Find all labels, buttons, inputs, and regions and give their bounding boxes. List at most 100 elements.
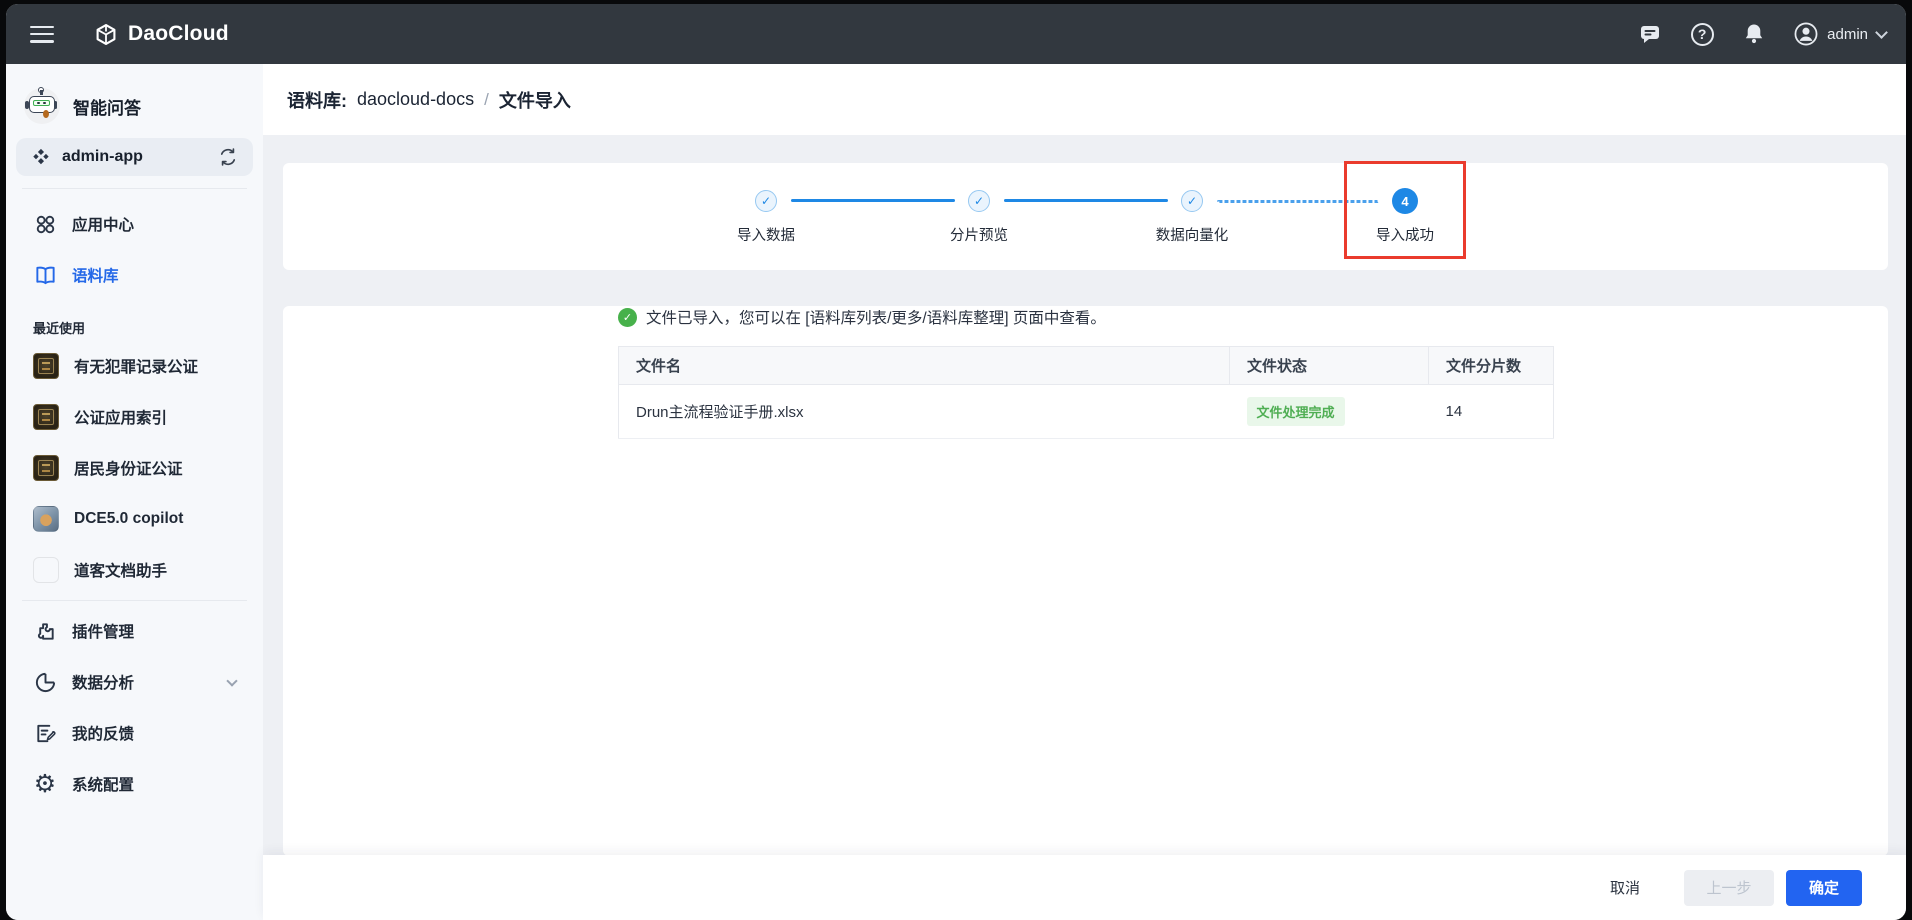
sidebar-item-label: DCE5.0 copilot xyxy=(74,510,184,527)
main-panel: 语料库: daocloud-docs / 文件导入 ✓ 导入数据 ✓ 分片预览 … xyxy=(263,64,1906,920)
sidebar-item-label: 数据分析 xyxy=(72,675,135,692)
step-check-icon xyxy=(1181,190,1203,212)
step-vectorize: 数据向量化 xyxy=(1086,187,1299,245)
table-header-row: 文件名 文件状态 文件分片数 xyxy=(618,346,1554,385)
footer-actions: 取消 上一步 确定 xyxy=(263,855,1906,920)
step-label: 分片预览 xyxy=(950,228,1008,244)
sidebar-item-label: 道客文档助手 xyxy=(74,563,168,580)
sidebar-item-recent-0[interactable]: 有无犯罪记录公证 xyxy=(16,343,253,389)
step-label: 导入数据 xyxy=(737,228,795,244)
sidebar-item-corpus[interactable]: 语料库 xyxy=(16,252,253,298)
cell-file-status: 文件处理完成 xyxy=(1229,384,1429,439)
sidebar-item-plugins[interactable]: 插件管理 xyxy=(16,608,253,654)
col-file-status: 文件状态 xyxy=(1229,346,1429,385)
seal-app-icon xyxy=(33,353,59,379)
dce-copilot-app-icon xyxy=(33,506,59,532)
sidebar-item-recent-3[interactable]: DCE5.0 copilot xyxy=(16,496,253,542)
screenshot-stage: DaoCloud ? admin 智能问答 admin-app 应用中心 语料库… xyxy=(0,0,1912,920)
breadcrumb-library-link[interactable]: daocloud-docs xyxy=(357,89,474,110)
app-grid-icon xyxy=(33,212,57,236)
step-number-badge: 4 xyxy=(1392,188,1418,214)
step-chunk-preview: 分片预览 xyxy=(873,187,1086,245)
sidebar-item-label: 公证应用索引 xyxy=(74,410,168,427)
table-row: Drun主流程验证手册.xlsx 文件处理完成 14 xyxy=(618,384,1554,439)
breadcrumb-prefix: 语料库: xyxy=(287,90,347,111)
sidebar-item-label: 系统配置 xyxy=(72,777,135,794)
brand-name: DaoCloud xyxy=(128,22,229,45)
app-window: DaoCloud ? admin 智能问答 admin-app 应用中心 语料库… xyxy=(6,4,1906,920)
step-check-icon xyxy=(968,190,990,212)
sidebar-item-recent-1[interactable]: 公证应用索引 xyxy=(16,394,253,440)
doc-assistant-app-icon xyxy=(33,557,59,583)
result-card: 文件已导入，您可以在 [语料库列表/更多/语料库整理] 页面中查看。 文件名 文… xyxy=(283,306,1888,855)
breadcrumb-separator: / xyxy=(484,89,489,109)
cell-chunk-count: 14 xyxy=(1428,384,1554,439)
puzzle-icon xyxy=(33,619,57,643)
breadcrumb: 语料库: daocloud-docs / 文件导入 xyxy=(263,64,1906,135)
sidebar-item-label: 有无犯罪记录公证 xyxy=(74,359,199,376)
daocloud-cube-icon xyxy=(94,22,118,46)
col-chunk-count: 文件分片数 xyxy=(1428,346,1554,385)
current-app-name: admin-app xyxy=(62,148,143,165)
divider xyxy=(22,600,247,601)
sidebar-item-label: 语料库 xyxy=(72,268,119,285)
sidebar: 智能问答 admin-app 应用中心 语料库 最近使用 有无犯罪记录公证 公证… xyxy=(6,64,263,920)
step-label: 导入成功 xyxy=(1376,228,1434,244)
sidebar-item-label: 我的反馈 xyxy=(72,726,135,743)
ai-app-title: 智能问答 xyxy=(73,98,141,118)
stepper-card: 导入数据 分片预览 数据向量化 xyxy=(283,161,1888,270)
feedback-icon xyxy=(33,721,57,745)
chevron-down-icon xyxy=(1875,25,1888,39)
step-label: 数据向量化 xyxy=(1155,228,1229,244)
gear-icon xyxy=(33,772,57,796)
sidebar-item-label: 居民身份证公证 xyxy=(74,461,183,478)
sidebar-item-label: 插件管理 xyxy=(72,624,135,641)
sidebar-item-recent-4[interactable]: 道客文档助手 xyxy=(16,547,253,593)
col-file-name: 文件名 xyxy=(618,346,1230,385)
brand-logo[interactable]: DaoCloud xyxy=(94,22,229,46)
content-area: 导入数据 分片预览 数据向量化 xyxy=(263,135,1906,855)
topbar-actions: admin xyxy=(1638,22,1888,46)
switch-app-icon[interactable] xyxy=(218,147,238,167)
pie-chart-icon xyxy=(33,670,57,694)
sidebar-item-settings[interactable]: 系统配置 xyxy=(16,761,253,807)
file-table: 文件名 文件状态 文件分片数 Drun主流程验证手册.xlsx 文件处理完成 1… xyxy=(618,346,1554,439)
topbar: DaoCloud ? admin xyxy=(6,4,1906,64)
username-label: admin xyxy=(1827,25,1868,43)
confirm-button[interactable]: 确定 xyxy=(1786,869,1862,906)
app-switcher[interactable]: admin-app xyxy=(16,138,253,176)
divider xyxy=(22,188,247,189)
bell-icon[interactable] xyxy=(1742,22,1766,46)
status-badge: 文件处理完成 xyxy=(1246,397,1345,426)
cancel-button[interactable]: 取消 xyxy=(1600,870,1650,906)
help-icon[interactable] xyxy=(1690,22,1714,46)
success-check-icon xyxy=(618,307,637,327)
breadcrumb-current: 文件导入 xyxy=(498,90,571,111)
user-menu[interactable]: admin xyxy=(1794,22,1888,46)
step-connector xyxy=(790,199,955,202)
step-import-data: 导入数据 xyxy=(660,187,873,245)
sidebar-item-feedback[interactable]: 我的反馈 xyxy=(16,710,253,756)
menu-toggle-icon[interactable] xyxy=(30,25,54,43)
sidebar-item-ai-qa[interactable]: 智能问答 xyxy=(24,84,245,128)
previous-step-button[interactable]: 上一步 xyxy=(1684,869,1774,906)
seal-app-icon xyxy=(33,404,59,430)
cell-file-name: Drun主流程验证手册.xlsx xyxy=(618,384,1230,439)
step-check-icon xyxy=(755,190,777,212)
robot-icon xyxy=(24,87,60,124)
step-connector xyxy=(1003,199,1168,202)
sidebar-item-label: 应用中心 xyxy=(72,217,135,234)
success-message-text: 文件已导入，您可以在 [语料库列表/更多/语料库整理] 页面中查看。 xyxy=(646,310,1106,327)
seal-app-icon xyxy=(33,455,59,481)
book-icon xyxy=(33,263,57,287)
step-connector-dotted xyxy=(1216,200,1379,203)
sidebar-item-app-center[interactable]: 应用中心 xyxy=(16,201,253,247)
sidebar-item-recent-2[interactable]: 居民身份证公证 xyxy=(16,445,253,491)
success-message: 文件已导入，您可以在 [语料库列表/更多/语料库整理] 页面中查看。 xyxy=(618,306,1553,328)
sidebar-item-analytics[interactable]: 数据分析 xyxy=(16,659,253,705)
message-icon[interactable] xyxy=(1638,22,1662,46)
step-import-success: 4 导入成功 xyxy=(1299,187,1512,245)
admin-app-logo-icon xyxy=(31,147,51,167)
recent-section-label: 最近使用 xyxy=(33,321,86,336)
chevron-down-icon[interactable] xyxy=(226,674,238,687)
